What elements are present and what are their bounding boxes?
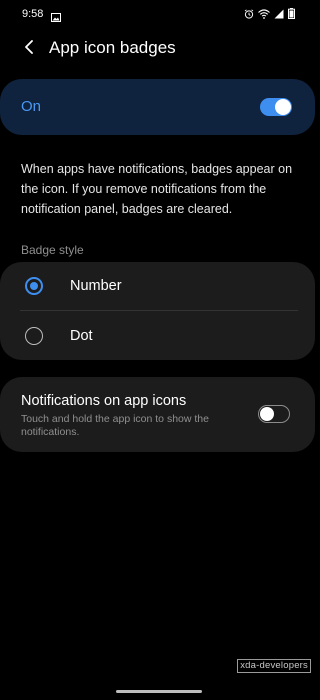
notifications-title: Notifications on app icons	[21, 393, 187, 409]
alarm-icon	[244, 8, 254, 19]
status-time: 9:58	[22, 8, 44, 20]
badge-option-number[interactable]: Number	[0, 262, 315, 310]
master-toggle[interactable]	[260, 98, 292, 116]
status-bar: 9:58	[0, 0, 315, 28]
signal-icon	[274, 9, 284, 19]
back-button[interactable]	[18, 38, 40, 60]
section-label-badge-style: Badge style	[21, 243, 84, 257]
toggle-knob	[275, 99, 291, 115]
notifications-toggle[interactable]	[258, 405, 290, 423]
notifications-subtitle: Touch and hold the app icon to show the …	[21, 413, 209, 438]
badge-option-label: Number	[70, 278, 122, 294]
home-indicator[interactable]	[116, 690, 202, 693]
description-text: When apps have notifications, badges app…	[21, 162, 293, 216]
battery-icon	[288, 8, 295, 19]
photo-icon	[51, 9, 61, 22]
app-bar: App icon badges	[0, 33, 315, 63]
divider	[20, 310, 298, 311]
radio-button-unselected[interactable]	[25, 327, 43, 345]
chevron-left-icon	[24, 39, 34, 59]
badge-style-card: Number Dot	[0, 262, 315, 360]
badge-option-dot[interactable]: Dot	[0, 312, 315, 360]
radio-button-selected[interactable]	[25, 277, 43, 295]
wifi-icon	[258, 8, 270, 19]
status-icons	[244, 8, 295, 19]
radio-dot	[30, 282, 38, 290]
badge-option-label: Dot	[70, 328, 93, 344]
watermark: xda-developers	[237, 659, 311, 673]
page-title: App icon badges	[49, 38, 176, 57]
master-switch-label: On	[21, 98, 42, 115]
toggle-knob	[259, 406, 274, 421]
